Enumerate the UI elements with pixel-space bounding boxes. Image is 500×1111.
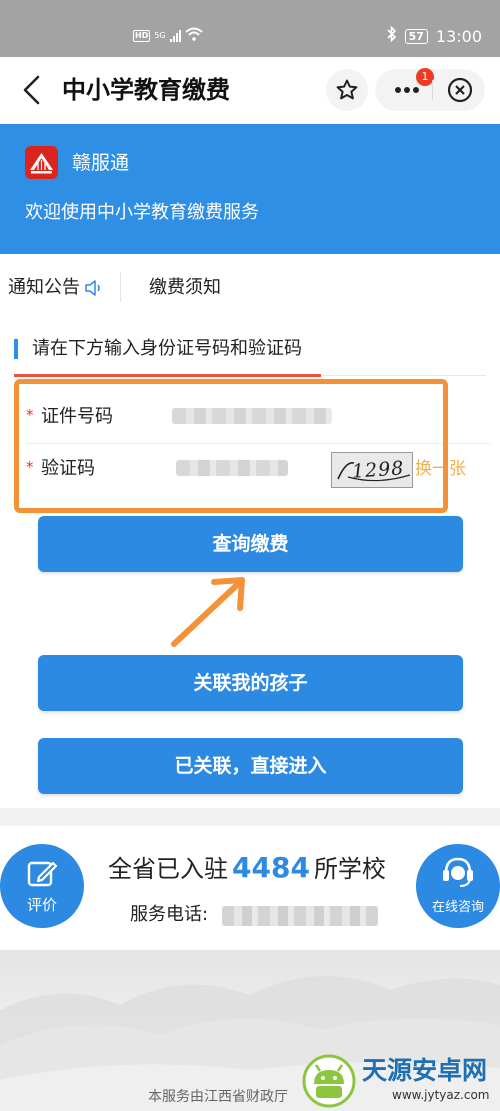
captcha-redacted — [176, 460, 288, 476]
watermark-title: 天源安卓网 — [362, 1056, 488, 1085]
link-child-button[interactable]: 关联我的孩子 — [38, 655, 463, 711]
form-heading-text: 请在下方输入身份证号码和验证码 — [32, 338, 302, 359]
chevron-left-icon — [23, 75, 40, 105]
page-title: 中小学教育缴费 — [62, 76, 230, 104]
captcha-label: 验证码 — [41, 458, 95, 479]
form-heading: 请在下方输入身份证号码和验证码 — [14, 336, 302, 362]
id-number-redacted — [172, 408, 332, 424]
capsule-menu: 1 — [375, 68, 485, 111]
rate-button[interactable]: 评价 — [0, 844, 84, 928]
school-count-prefix: 全省已入驻 — [108, 855, 228, 883]
status-bar: HD 5G 57 13:00 — [0, 0, 500, 57]
network-type: 5G — [154, 31, 166, 40]
required-mark: * — [26, 458, 34, 476]
watermark-url: www.jytyaz.com — [392, 1088, 490, 1102]
headset-icon — [443, 857, 473, 887]
id-number-row: * 证件号码 — [26, 392, 490, 444]
tab-notice[interactable]: 通知公告 — [8, 276, 104, 300]
online-consult-button[interactable]: 在线咨询 — [416, 844, 500, 928]
section-separator — [0, 808, 500, 826]
school-count-suffix: 所学校 — [313, 855, 386, 883]
capsule-divider — [432, 80, 433, 100]
brand-name: 赣服通 — [72, 152, 130, 174]
watermark: 天源安卓网 www.jytyaz.com — [300, 1050, 500, 1111]
welcome-text: 欢迎使用中小学教育缴费服务 — [25, 202, 259, 223]
tab-notice-label: 通知公告 — [8, 277, 80, 298]
footer-text: 本服务由江西省财政厅 — [148, 1089, 288, 1105]
service-phone-label: 服务电话: — [130, 904, 209, 925]
ganfutong-logo — [25, 146, 58, 179]
back-button[interactable] — [18, 73, 48, 107]
query-payment-button[interactable]: 查询缴费 — [38, 516, 463, 572]
captcha-code: 1298 — [351, 457, 406, 483]
tab-bar: 通知公告 缴费须知 — [0, 254, 500, 322]
network-indicators: HD 5G — [133, 27, 203, 44]
online-consult-label: 在线咨询 — [431, 900, 484, 915]
tab-divider — [120, 272, 121, 302]
arrow-annotation-icon — [171, 577, 245, 647]
school-count-line: 全省已入驻 4484 所学校 — [108, 852, 386, 885]
required-mark: * — [26, 406, 34, 424]
close-button[interactable] — [440, 69, 480, 111]
heading-progress-line — [14, 374, 321, 377]
bluetooth-icon — [387, 25, 397, 46]
signal-icon — [169, 29, 181, 42]
service-phone-redacted — [222, 906, 378, 926]
refresh-captcha-link[interactable]: 换一张 — [415, 456, 466, 482]
app-header: 中小学教育缴费 1 — [0, 57, 500, 124]
captcha-row: * 验证码 1298 换一张 — [26, 444, 490, 496]
close-circle-icon — [447, 77, 473, 103]
school-count: 4484 — [232, 851, 310, 884]
linked-enter-button[interactable]: 已关联，直接进入 — [38, 738, 463, 794]
edit-icon — [27, 861, 58, 887]
clock: 13:00 — [435, 26, 482, 46]
id-number-label: 证件号码 — [41, 406, 113, 427]
star-icon — [336, 79, 358, 100]
battery-icon: 57 — [404, 28, 428, 44]
speaker-icon — [85, 280, 100, 296]
status-right: 57 13:00 — [387, 25, 482, 46]
tab-instructions[interactable]: 缴费须知 — [149, 276, 221, 300]
captcha-image[interactable]: 1298 — [331, 452, 413, 488]
wifi-icon — [184, 27, 203, 44]
android-logo-icon — [302, 1054, 356, 1108]
rate-label: 评价 — [26, 896, 57, 914]
favorite-button[interactable] — [326, 69, 368, 111]
more-dots-icon — [395, 87, 419, 93]
hd-badge: HD — [133, 29, 151, 42]
heading-accent-bar — [14, 339, 18, 359]
service-banner: 赣服通 欢迎使用中小学教育缴费服务 — [0, 124, 500, 254]
heading-divider — [321, 375, 486, 376]
stats-panel: 评价 全省已入驻 4484 所学校 服务电话: 在线咨询 — [0, 826, 500, 950]
more-button[interactable]: 1 — [385, 68, 434, 111]
